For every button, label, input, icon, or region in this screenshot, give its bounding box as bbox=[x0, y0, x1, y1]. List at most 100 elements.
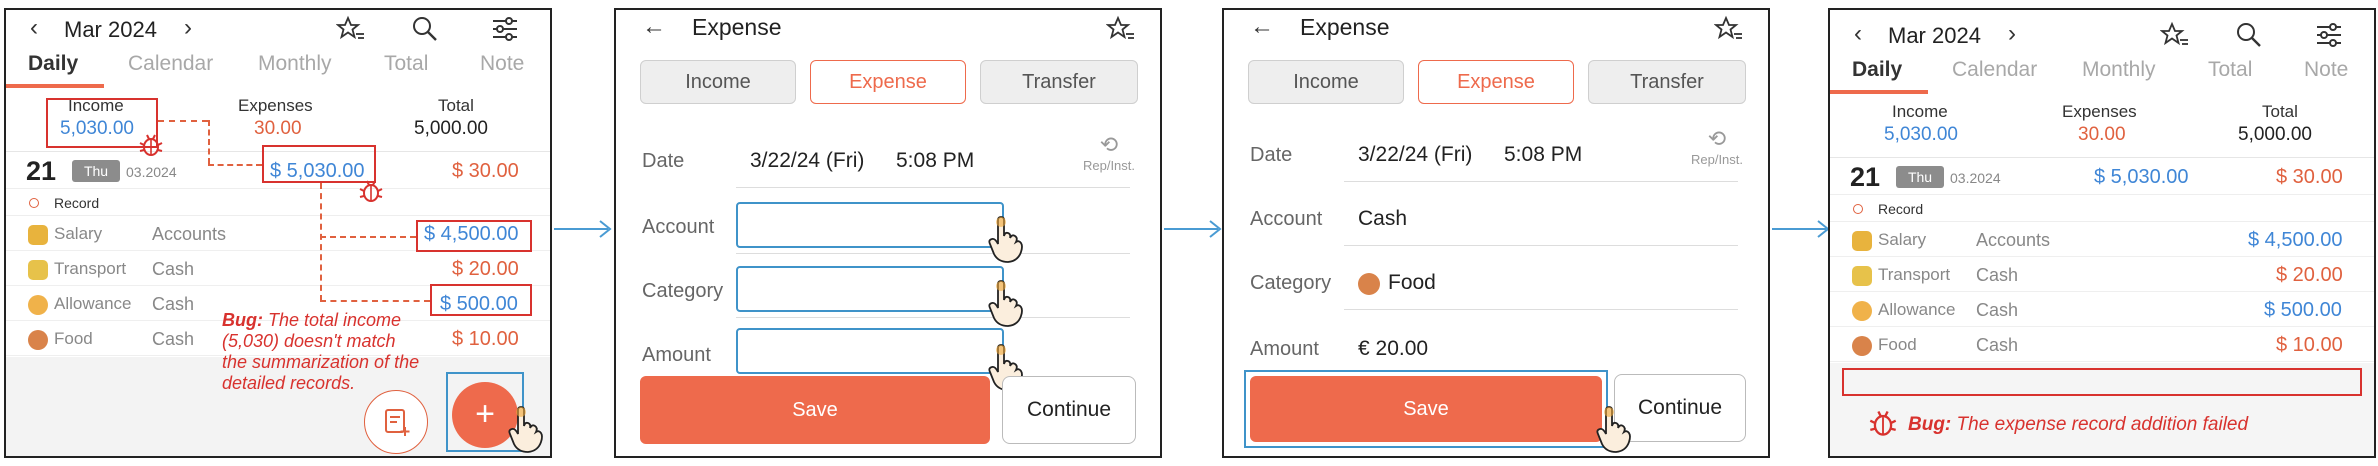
account-label: Account bbox=[642, 216, 715, 238]
search-icon[interactable] bbox=[2234, 20, 2264, 50]
bug-description: Bug: The expense record addition failed bbox=[1908, 414, 2348, 435]
expense-form-filled: ← Expense Income Expense Transfer Date 3… bbox=[1222, 8, 1770, 458]
month-header: ‹ Mar 2024 › bbox=[6, 10, 550, 46]
row-amount: $ 20.00 bbox=[2276, 264, 2343, 286]
row-category: Transport bbox=[54, 259, 127, 278]
row-account: Cash bbox=[1976, 265, 2019, 285]
repeat-installment-toggle[interactable]: ⟲ Rep/Inst. bbox=[1682, 126, 1752, 167]
divider bbox=[1344, 181, 1738, 182]
row-amount: $ 20.00 bbox=[452, 258, 519, 280]
back-arrow-icon[interactable]: ← bbox=[1250, 13, 1274, 41]
repeat-icon: ⟲ bbox=[1099, 132, 1119, 157]
date-label: Date bbox=[642, 150, 685, 172]
tab-monthly[interactable]: Monthly bbox=[258, 52, 332, 76]
record-label: Record bbox=[1878, 201, 1924, 217]
date-value: 3/22/24 (Fri) bbox=[1358, 143, 1473, 166]
dashed-connector bbox=[158, 120, 208, 122]
daily-view-after: ‹ Mar 2024 › Daily Calendar Monthly Tota… bbox=[1828, 8, 2376, 458]
save-button[interactable]: Save bbox=[640, 376, 990, 444]
tap-hand-icon bbox=[508, 406, 543, 453]
list-item[interactable]: Food Cash $ 10.00 bbox=[1830, 328, 2374, 362]
dashed-connector bbox=[320, 300, 430, 302]
category-value: Food bbox=[1388, 271, 1436, 294]
net-total: 5,000.00 bbox=[414, 118, 488, 139]
save-button[interactable]: Save bbox=[1250, 376, 1602, 442]
month-header: ‹ Mar 2024 › bbox=[1830, 16, 2374, 52]
row-category: Salary bbox=[1878, 230, 1927, 249]
continue-button[interactable]: Continue bbox=[1002, 376, 1136, 444]
tap-hand-icon bbox=[988, 216, 1023, 263]
tab-note[interactable]: Note bbox=[480, 52, 524, 76]
day-number: 21 bbox=[26, 156, 57, 186]
filter-icon[interactable] bbox=[2314, 20, 2344, 50]
total-label: Total bbox=[2262, 102, 2298, 121]
type-income-button[interactable]: Income bbox=[640, 60, 796, 104]
record-row[interactable]: Record bbox=[6, 190, 550, 216]
tab-daily[interactable]: Daily bbox=[1852, 58, 1902, 82]
amount-field[interactable] bbox=[736, 328, 1004, 374]
money-face-icon bbox=[1852, 301, 1872, 321]
tab-monthly[interactable]: Monthly bbox=[2082, 58, 2156, 82]
month-label: Mar 2024 bbox=[1888, 23, 1981, 48]
star-list-icon[interactable] bbox=[1714, 14, 1744, 44]
row-amount: $ 10.00 bbox=[452, 328, 519, 350]
tab-daily[interactable]: Daily bbox=[28, 52, 78, 76]
row-account: Cash bbox=[152, 294, 195, 314]
list-item[interactable]: Transport Cash $ 20.00 bbox=[1830, 258, 2374, 292]
next-month-icon[interactable]: › bbox=[2008, 20, 2016, 48]
money-bag-icon bbox=[1852, 231, 1872, 251]
flow-arrow bbox=[1162, 218, 1224, 240]
tab-calendar[interactable]: Calendar bbox=[128, 52, 213, 76]
search-icon[interactable] bbox=[410, 14, 440, 44]
dashed-connector bbox=[320, 183, 322, 301]
amount-row[interactable]: Amount € 20.00 bbox=[1224, 326, 1768, 376]
category-row[interactable]: Category Food bbox=[1224, 260, 1768, 310]
star-list-icon[interactable] bbox=[336, 14, 366, 44]
back-arrow-icon[interactable]: ← bbox=[642, 13, 666, 41]
batch-add-button[interactable] bbox=[364, 390, 428, 454]
day-number: 21 bbox=[1850, 162, 1881, 192]
list-item[interactable]: Transport Cash $ 20.00 bbox=[6, 252, 550, 286]
list-item[interactable]: Allowance Cash $ 500.00 bbox=[1830, 293, 2374, 327]
tab-note[interactable]: Note bbox=[2304, 58, 2348, 82]
missing-record-highlight bbox=[1842, 368, 2362, 396]
type-transfer-button[interactable]: Transfer bbox=[980, 60, 1138, 104]
list-item[interactable]: Salary Accounts $ 4,500.00 bbox=[1830, 223, 2374, 257]
income-label: Income bbox=[1892, 102, 1948, 121]
category-field[interactable] bbox=[736, 266, 1004, 312]
star-list-icon[interactable] bbox=[1106, 14, 1136, 44]
bug-text: The expense record addition failed bbox=[1956, 414, 2249, 435]
day-header[interactable]: 21 Thu 03.2024 $ 5,030.00 $ 30.00 bbox=[1830, 159, 2374, 195]
tab-calendar[interactable]: Calendar bbox=[1952, 58, 2037, 82]
record-label: Record bbox=[54, 195, 100, 211]
type-income-button[interactable]: Income bbox=[1248, 60, 1404, 104]
tab-total[interactable]: Total bbox=[2208, 58, 2252, 82]
account-field[interactable] bbox=[736, 202, 1004, 248]
record-row[interactable]: Record bbox=[1830, 196, 2374, 222]
day-expense: $ 30.00 bbox=[2276, 166, 2343, 188]
star-list-icon[interactable] bbox=[2160, 20, 2190, 50]
filter-icon[interactable] bbox=[490, 14, 520, 44]
row-category: Food bbox=[1878, 335, 1917, 354]
food-bowl-icon bbox=[28, 330, 48, 350]
bug-icon bbox=[139, 134, 163, 156]
type-expense-button[interactable]: Expense bbox=[1418, 60, 1574, 104]
dashed-connector bbox=[320, 236, 416, 238]
time-value: 5:08 PM bbox=[896, 149, 975, 172]
date-value: 3/22/24 (Fri) bbox=[750, 149, 865, 172]
next-month-icon[interactable]: › bbox=[184, 14, 192, 42]
prev-month-icon[interactable]: ‹ bbox=[30, 14, 38, 42]
row-amount: $ 500.00 bbox=[2264, 299, 2342, 321]
flow-arrow bbox=[1770, 218, 1832, 240]
active-tab-indicator bbox=[6, 84, 104, 88]
tab-total[interactable]: Total bbox=[384, 52, 428, 76]
form-header: ← Expense bbox=[1224, 10, 1768, 48]
account-row[interactable]: Account Cash bbox=[1224, 196, 1768, 246]
bug-icon bbox=[1869, 410, 1897, 436]
type-transfer-button[interactable]: Transfer bbox=[1588, 60, 1746, 104]
type-expense-button[interactable]: Expense bbox=[810, 60, 966, 104]
prev-month-icon[interactable]: ‹ bbox=[1854, 20, 1862, 48]
allowance-amount-highlight bbox=[430, 284, 532, 316]
category-label: Category bbox=[1250, 272, 1332, 294]
repeat-installment-toggle[interactable]: ⟲ Rep/Inst. bbox=[1074, 132, 1144, 173]
